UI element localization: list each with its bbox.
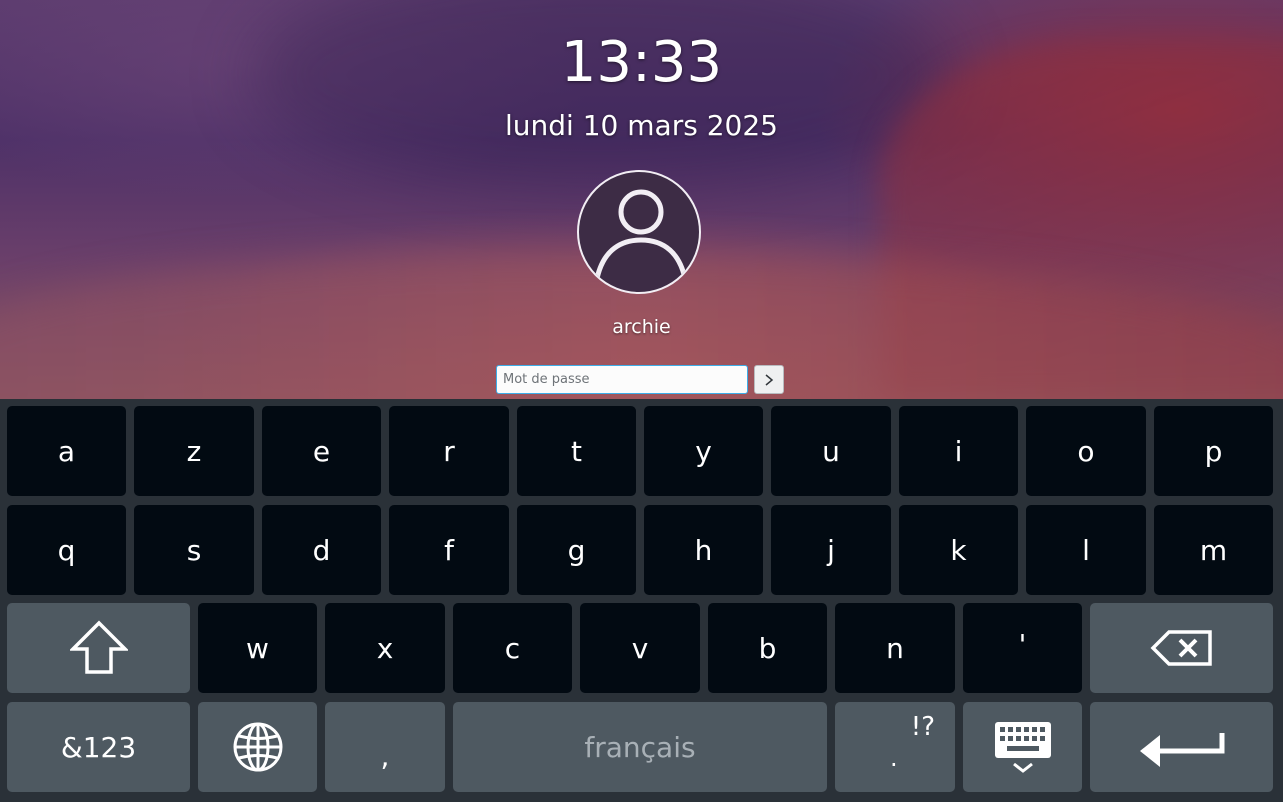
backspace-key[interactable] [1090,603,1273,693]
key-x[interactable]: x [325,603,445,693]
key-label: &123 [60,730,137,764]
key-g[interactable]: g [517,505,636,595]
key-m[interactable]: m [1154,505,1273,595]
key-label: k [950,533,967,567]
chevron-right-icon [765,373,774,386]
key-n[interactable]: n [835,603,955,693]
key-label: l [1082,533,1090,567]
clock-time: 13:33 [560,30,723,95]
key-z[interactable]: z [134,406,254,496]
key-label: f [444,533,454,567]
key-c[interactable]: c [453,603,572,693]
password-field[interactable] [496,365,748,394]
key-label: ' [1018,627,1027,661]
key-label: c [504,631,521,665]
key-label: n [886,631,904,665]
clock-date: lundi 10 mars 2025 [505,109,778,142]
key-h[interactable]: h [644,505,763,595]
key-t[interactable]: t [517,406,636,496]
key-e[interactable]: e [262,406,381,496]
key-label: x [376,631,394,665]
key-label: p [1204,434,1223,468]
login-submit-button[interactable] [754,365,784,394]
key-label: a [57,434,76,468]
key-label: h [694,533,713,567]
key-d[interactable]: d [262,505,381,595]
username-label: archie [612,316,671,338]
language-key[interactable] [198,702,317,792]
shift-arrow-icon [69,620,128,674]
key-s[interactable]: s [134,505,254,595]
key-alt-label: !? [910,712,935,742]
key-label: r [443,434,455,468]
key-label: , [380,739,390,773]
key-label: m [1199,533,1228,567]
globe-icon [233,722,282,772]
key-r[interactable]: r [389,406,509,496]
key-label: b [758,631,777,665]
enter-arrow-icon [1139,733,1224,767]
key-a[interactable]: a [7,406,126,496]
key-label: g [567,533,586,567]
key-label: u [822,434,840,468]
user-avatar-icon[interactable] [577,170,701,294]
key-f[interactable]: f [389,505,509,595]
key-label: y [695,434,712,468]
key-l[interactable]: l [1026,505,1146,595]
key-label: s [186,533,202,567]
key-v[interactable]: v [580,603,700,693]
space-key-label: français [584,730,696,764]
key-y[interactable]: y [644,406,763,496]
key-label: i [954,434,963,468]
keyboard-hide-icon [994,722,1051,773]
key-k[interactable]: k [899,505,1018,595]
shift-key[interactable] [7,603,190,693]
space-key[interactable]: français [453,702,827,792]
key-w[interactable]: w [198,603,317,693]
key-label: w [246,631,269,665]
lockscreen-background: 13:33 lundi 10 mars 2025 archie [0,0,1283,399]
symbols-key[interactable]: &123 [7,702,190,792]
enter-key[interactable] [1090,702,1273,792]
key-label: v [631,631,649,665]
key-b[interactable]: b [708,603,827,693]
backspace-icon [1150,630,1212,666]
key-u[interactable]: u [771,406,891,496]
key-label: z [186,434,202,468]
hide-keyboard-key[interactable] [963,702,1082,792]
key-q[interactable]: q [7,505,126,595]
key-apostrophe[interactable]: ' [963,603,1082,693]
key-label: . [890,744,898,772]
period-key[interactable]: . !? [835,702,955,792]
key-i[interactable]: i [899,406,1018,496]
comma-key[interactable]: , [325,702,445,792]
key-label: o [1077,434,1095,468]
key-label: j [827,533,835,567]
key-label: t [571,434,582,468]
key-label: e [312,434,331,468]
key-p[interactable]: p [1154,406,1273,496]
key-label: d [312,533,331,567]
key-label: q [57,533,76,567]
key-j[interactable]: j [771,505,891,595]
virtual-keyboard: a z e r t y u i o p q s d f g h j k l m … [0,399,1283,802]
key-o[interactable]: o [1026,406,1146,496]
